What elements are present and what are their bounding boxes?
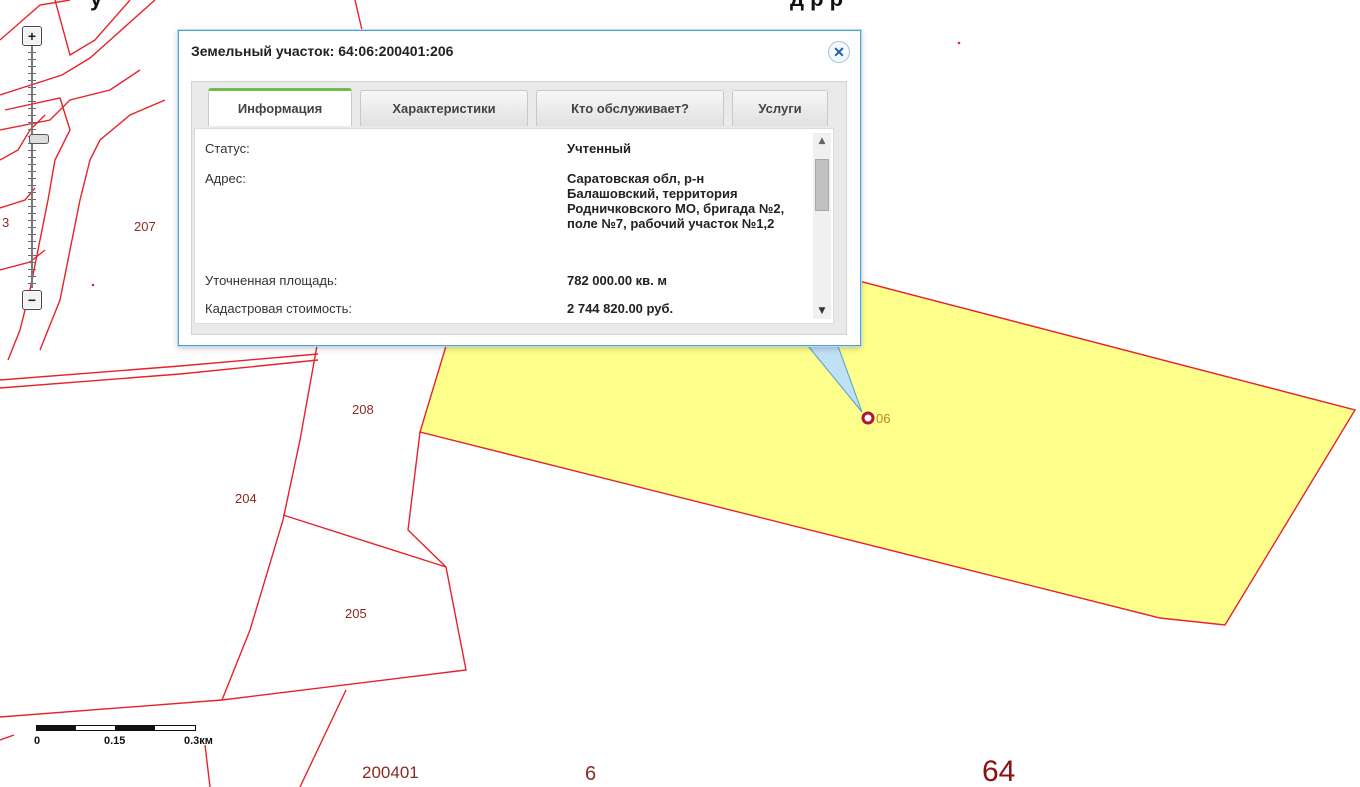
close-icon[interactable]: ✕	[828, 41, 850, 63]
scale-label-end: 0.3км	[184, 735, 213, 747]
parcel-boundary	[354, 0, 363, 31]
cost-value: 2 744 820.00 руб.	[567, 301, 674, 316]
parcel-info-popup: Земельный участок: 64:06:200401:206 ✕ Ин…	[178, 30, 861, 346]
parcel-boundary	[0, 734, 15, 741]
status-value: Учтенный	[567, 141, 632, 156]
scale-bar: 0 0.15 0.3км	[34, 721, 234, 751]
popup-tabs-area: Информация Характеристики Кто обслуживае…	[191, 81, 847, 335]
popup-title: Земельный участок: 64:06:200401:206	[191, 43, 454, 59]
parcel-boundary	[204, 744, 211, 787]
parcel-label-208: 208	[352, 402, 374, 417]
zoom-out-button[interactable]: −	[22, 290, 42, 310]
status-label: Статус:	[205, 141, 250, 156]
scroll-thumb[interactable]	[815, 159, 829, 211]
cost-label: Кадастровая стоимость:	[205, 301, 352, 316]
address-label: Адрес:	[205, 171, 246, 186]
map-dot	[957, 41, 961, 45]
zoom-control: + −	[22, 22, 49, 314]
tab-bar: Информация Характеристики Кто обслуживае…	[208, 88, 828, 126]
scroll-down-arrow-icon[interactable]: ▼	[813, 303, 831, 319]
district-label: 6	[585, 763, 596, 785]
tab-characteristics[interactable]: Характеристики	[360, 90, 528, 126]
address-value: Саратовская обл, р-н Балашовский, террит…	[567, 171, 785, 231]
zoom-in-button[interactable]: +	[22, 26, 42, 46]
popup-scrollbar[interactable]: ▲ ▼	[813, 133, 831, 319]
zoom-slider-track[interactable]	[28, 46, 49, 288]
scale-bar-graphic	[36, 725, 196, 731]
scroll-up-arrow-icon[interactable]: ▲	[813, 133, 831, 149]
tab-info[interactable]: Информация	[208, 88, 352, 126]
quarter-label: 200401	[362, 763, 419, 782]
parcel-label-205: 205	[345, 606, 367, 621]
map-dot	[91, 283, 95, 287]
parcel-boundary	[282, 514, 447, 568]
parcel-label-204: 204	[235, 491, 257, 506]
parcel-label-left: 3	[2, 215, 9, 230]
parcel-boundary	[0, 69, 141, 131]
parcel-boundary	[299, 689, 347, 787]
area-value: 782 000.00 кв. м	[567, 273, 668, 288]
tab-service[interactable]: Кто обслуживает?	[536, 90, 724, 126]
zoom-slider-handle[interactable]	[29, 134, 49, 144]
page-headline-right: д р р	[790, 0, 843, 12]
parcel-boundary	[0, 359, 319, 389]
scale-label-0: 0	[34, 735, 41, 747]
area-label: Уточненная площадь:	[205, 273, 338, 288]
parcel-boundary	[221, 339, 319, 701]
region-label: 64	[982, 755, 1015, 787]
tab-services[interactable]: Услуги	[732, 90, 828, 126]
parcel-label-207: 207	[134, 219, 156, 234]
scale-label-mid: 0.15	[104, 735, 126, 747]
page-headline-left: у	[90, 0, 102, 12]
tab-content-info: Статус: Учтенный Адрес: Саратовская обл,…	[194, 128, 834, 324]
parcel-label-206: 06	[876, 411, 890, 426]
location-marker[interactable]	[861, 411, 875, 425]
